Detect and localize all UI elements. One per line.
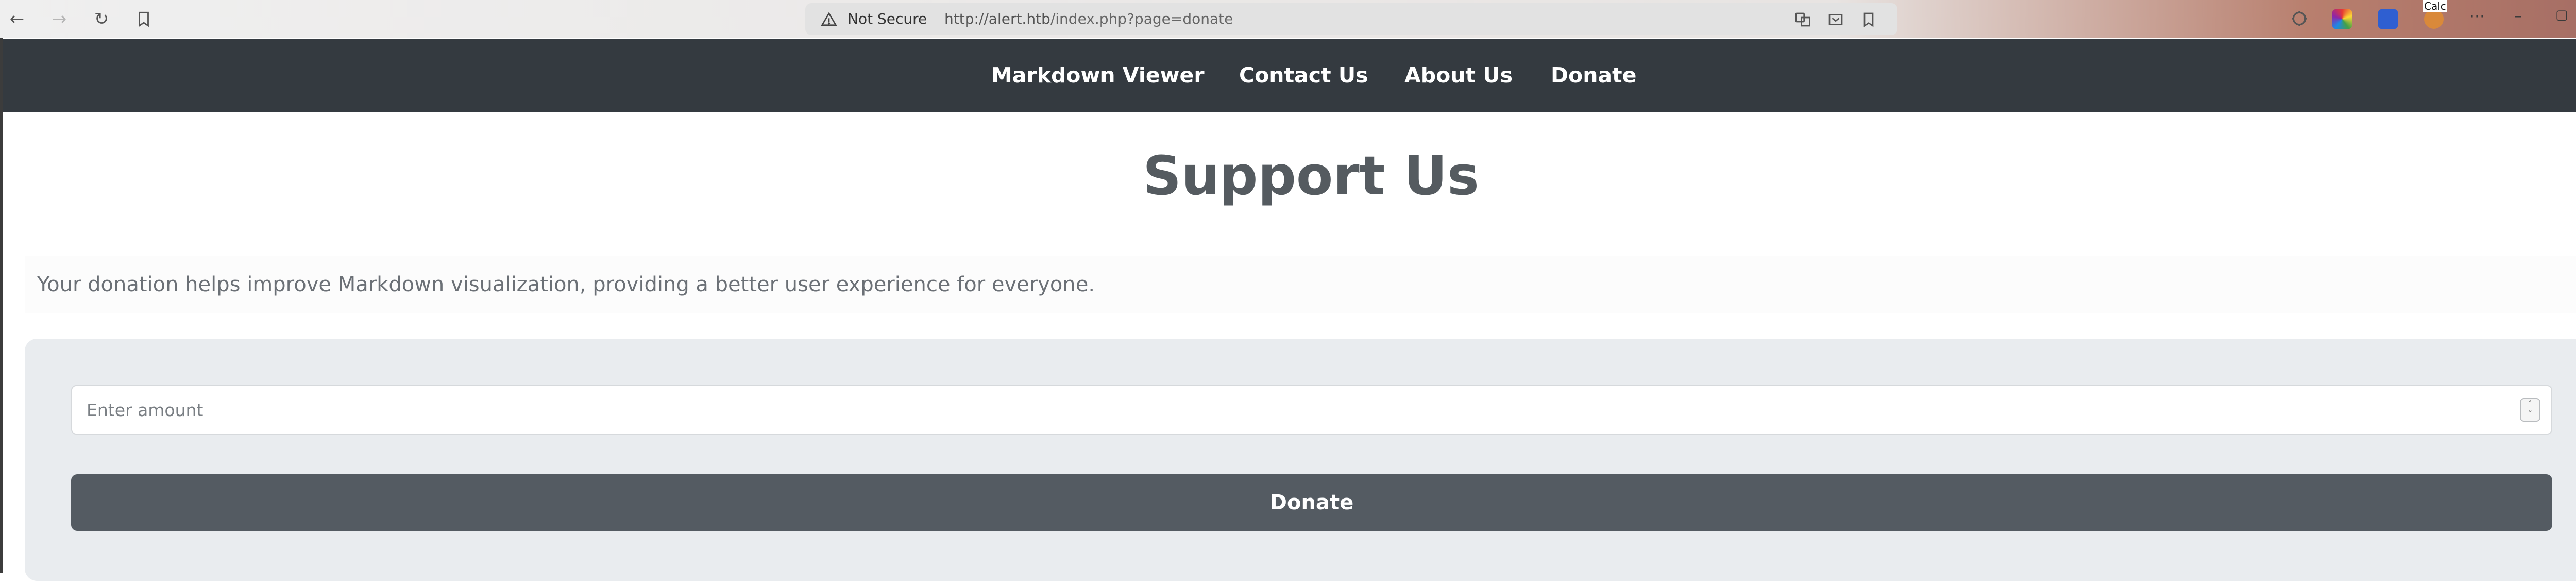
address-bar[interactable]: Not Secure http://alert.htb/index.php?pa… [805,3,1897,35]
donation-form: ˄˅ Donate [25,339,2576,581]
back-icon[interactable]: ← [4,6,30,32]
donate-button[interactable]: Donate [71,474,2552,531]
translate-icon[interactable] [1794,11,1811,28]
bookmark-star-icon[interactable] [1860,11,1877,28]
description-text: Your donation helps improve Markdown vis… [37,273,1095,296]
security-label[interactable]: Not Secure [848,10,927,27]
puzzle-icon[interactable] [2289,8,2310,29]
color-extension-icon[interactable] [2332,9,2352,29]
browser-toolbar: ← → ↻ Not Secure http://alert.htb/index.… [0,0,2576,38]
number-spinner-icon[interactable]: ˄ ˅ [2520,398,2540,422]
nav-contact-us[interactable]: Contact Us [1239,63,1368,88]
nav-donate[interactable]: Donate [1551,63,1636,88]
bookmark-tab-icon[interactable] [131,6,157,32]
window-border [0,38,3,573]
description-box: Your donation helps improve Markdown vis… [25,256,2576,313]
reload-icon[interactable]: ↻ [89,6,114,32]
forward-icon[interactable]: → [46,6,72,32]
warning-icon [821,12,837,26]
reader-mode-icon[interactable] [1827,11,1844,28]
shield-extension-icon[interactable] [2378,9,2398,29]
site-navbar: Markdown Viewer Contact Us About Us Dona… [3,39,2576,112]
nav-about-us[interactable]: About Us [1404,63,1513,88]
calc-extension-icon[interactable]: Calc [2423,0,2447,29]
nav-markdown-viewer[interactable]: Markdown Viewer [991,63,1205,88]
amount-input[interactable] [71,385,2552,435]
minimize-icon[interactable]: – [2514,7,2522,25]
url-text[interactable]: http://alert.htb/index.php?page=donate [944,10,1233,27]
maximize-icon[interactable]: ▢ [2555,7,2568,23]
menu-icon[interactable]: ⋯ [2469,7,2485,25]
page-title: Support Us [1143,144,1479,207]
